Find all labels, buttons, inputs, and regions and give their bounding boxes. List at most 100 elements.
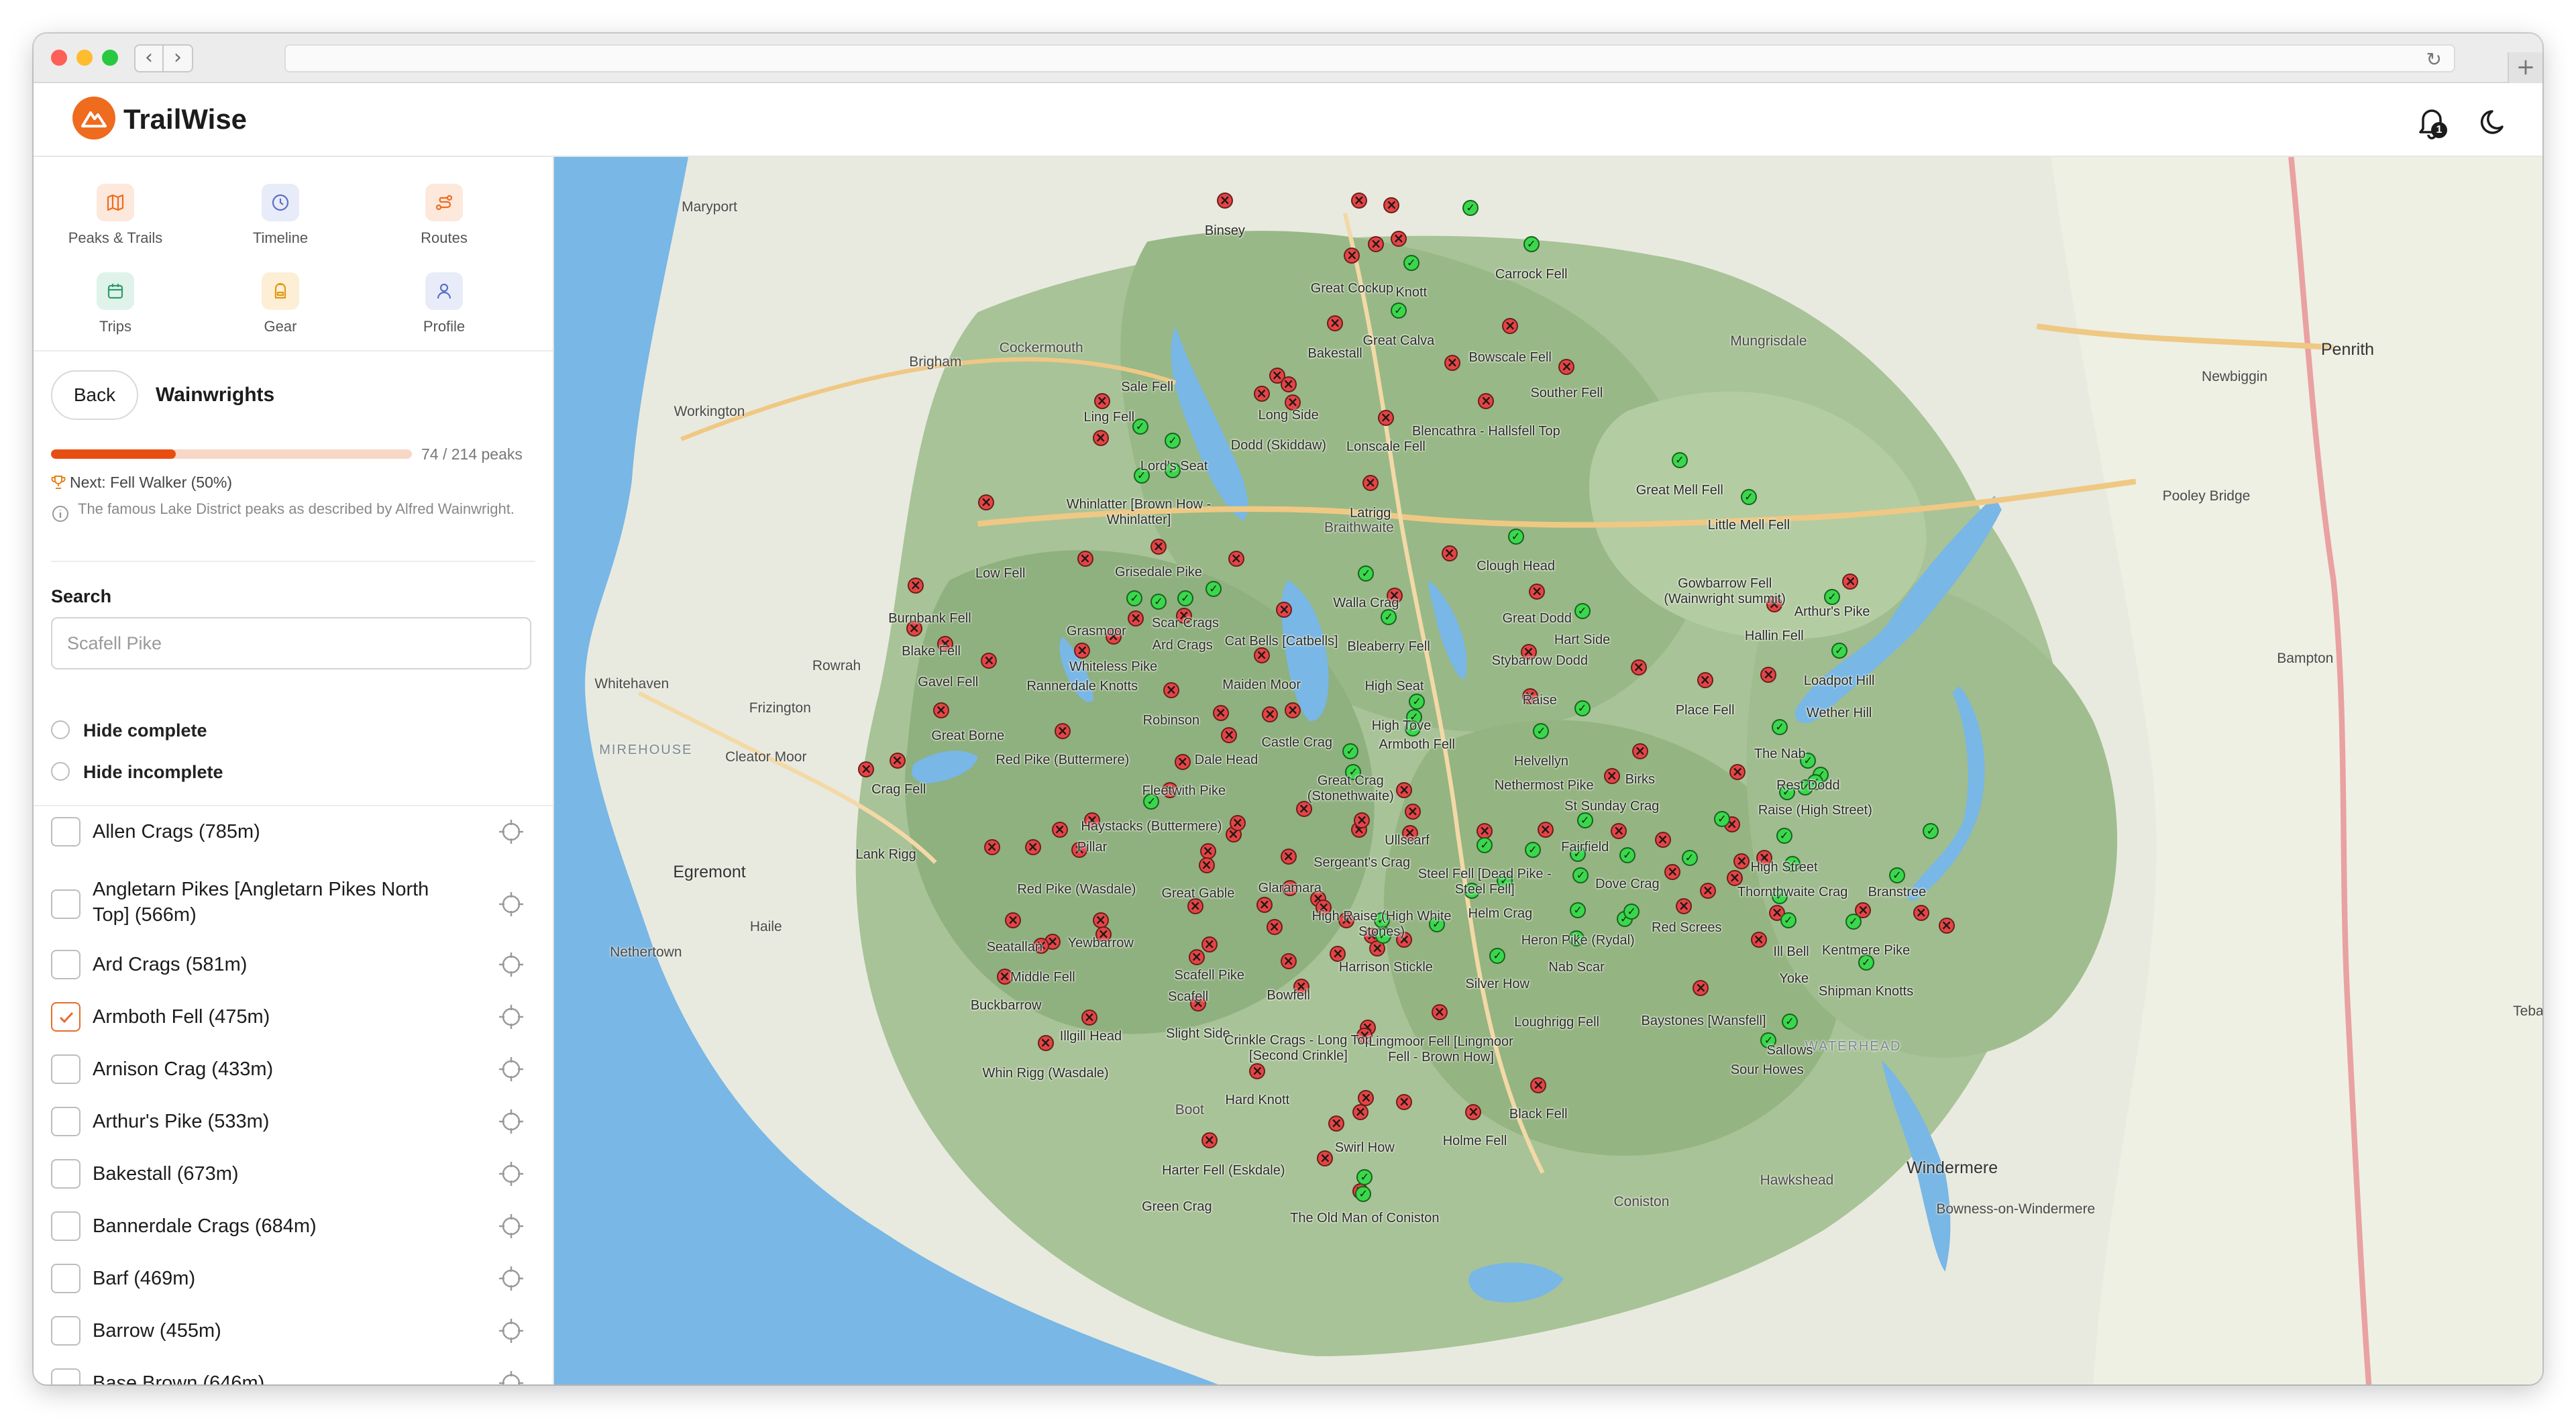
- locate-crosshair-icon[interactable]: [496, 1211, 526, 1241]
- peak-marker-complete[interactable]: [1409, 693, 1426, 710]
- peak-marker-complete[interactable]: [1358, 565, 1375, 582]
- locate-crosshair-icon[interactable]: [496, 817, 526, 847]
- peak-marker-incomplete[interactable]: [1530, 1077, 1547, 1094]
- peak-marker-complete[interactable]: [1772, 718, 1788, 735]
- peak-marker-complete[interactable]: [1533, 723, 1550, 740]
- nav-profile[interactable]: Profile: [377, 259, 511, 335]
- locate-crosshair-icon[interactable]: [496, 889, 526, 919]
- peak-marker-complete[interactable]: [1524, 841, 1541, 858]
- peak-marker-incomplete[interactable]: [1362, 474, 1379, 491]
- trailwise-logo-icon[interactable]: [72, 97, 115, 140]
- peak-marker-complete[interactable]: [1623, 904, 1640, 920]
- peak-marker-incomplete[interactable]: [1750, 931, 1767, 948]
- peak-marker-complete[interactable]: [1489, 947, 1506, 964]
- peak-marker-complete[interactable]: [1574, 603, 1591, 620]
- peak-marker-incomplete[interactable]: [858, 761, 875, 777]
- peak-marker-complete[interactable]: [1165, 432, 1181, 449]
- peak-marker-incomplete[interactable]: [1074, 642, 1091, 659]
- peak-marker-incomplete[interactable]: [1077, 550, 1093, 567]
- peak-marker-incomplete[interactable]: [1327, 315, 1344, 332]
- peak-checkbox[interactable]: [51, 1107, 80, 1136]
- peak-marker-incomplete[interactable]: [1037, 1034, 1054, 1051]
- peak-checkbox[interactable]: [51, 1054, 80, 1084]
- peak-marker-complete[interactable]: [1356, 1168, 1373, 1185]
- peak-marker-incomplete[interactable]: [932, 702, 949, 718]
- peak-marker-complete[interactable]: [1177, 590, 1193, 607]
- peak-checkbox[interactable]: [51, 1002, 80, 1032]
- peak-marker-incomplete[interactable]: [1404, 803, 1421, 820]
- peak-checkbox[interactable]: [51, 1264, 80, 1293]
- peak-marker-incomplete[interactable]: [1005, 912, 1022, 928]
- peak-marker-incomplete[interactable]: [1441, 545, 1458, 562]
- peak-marker-incomplete[interactable]: [1699, 882, 1716, 899]
- peak-marker-incomplete[interactable]: [1390, 230, 1407, 247]
- locate-crosshair-icon[interactable]: [496, 1054, 526, 1084]
- peak-marker-incomplete[interactable]: [1664, 863, 1681, 881]
- locate-crosshair-icon[interactable]: [496, 1264, 526, 1293]
- peak-marker-incomplete[interactable]: [1328, 1115, 1345, 1132]
- peak-checkbox[interactable]: [51, 1159, 80, 1189]
- peak-marker-incomplete[interactable]: [1693, 979, 1709, 996]
- peak-marker-incomplete[interactable]: [1221, 726, 1238, 744]
- peak-marker-complete[interactable]: [1923, 823, 1939, 840]
- peak-checkbox[interactable]: [51, 1211, 80, 1241]
- peak-marker-incomplete[interactable]: [1558, 358, 1575, 376]
- peak-marker-incomplete[interactable]: [1354, 812, 1371, 828]
- peak-marker-incomplete[interactable]: [1280, 376, 1297, 392]
- peak-marker-incomplete[interactable]: [1537, 821, 1554, 838]
- reload-icon[interactable]: ↻: [2426, 48, 2442, 70]
- peak-marker-incomplete[interactable]: [1938, 917, 1955, 934]
- peak-marker-complete[interactable]: [1205, 580, 1222, 597]
- peak-marker-complete[interactable]: [1477, 837, 1493, 854]
- map-view[interactable]: Maryport Cockermouth Brigham Workington Brai…: [554, 157, 2542, 1384]
- peak-marker-incomplete[interactable]: [1350, 192, 1367, 209]
- peak-marker-complete[interactable]: [1390, 303, 1407, 319]
- peak-marker-complete[interactable]: [1523, 236, 1540, 253]
- peak-marker-incomplete[interactable]: [907, 577, 924, 594]
- peak-marker-incomplete[interactable]: [1431, 1003, 1448, 1020]
- peak-marker-incomplete[interactable]: [1502, 317, 1519, 335]
- peak-marker-incomplete[interactable]: [1377, 409, 1394, 427]
- peak-marker-incomplete[interactable]: [1198, 857, 1215, 873]
- peak-marker-incomplete[interactable]: [1228, 550, 1244, 567]
- peak-marker-incomplete[interactable]: [1603, 767, 1620, 785]
- peak-marker-complete[interactable]: [1845, 914, 1862, 930]
- peak-marker-incomplete[interactable]: [1396, 1093, 1413, 1111]
- peak-marker-complete[interactable]: [1355, 1186, 1372, 1203]
- peak-marker-incomplete[interactable]: [1729, 763, 1746, 781]
- peak-marker-complete[interactable]: [1781, 1014, 1798, 1030]
- peak-marker-incomplete[interactable]: [1280, 952, 1297, 969]
- peak-marker-incomplete[interactable]: [1128, 610, 1144, 626]
- peak-marker-incomplete[interactable]: [1201, 936, 1218, 952]
- locate-crosshair-icon[interactable]: [496, 1159, 526, 1189]
- locate-crosshair-icon[interactable]: [496, 950, 526, 979]
- nav-gear[interactable]: Gear: [213, 259, 347, 335]
- nav-routes[interactable]: Routes: [377, 170, 511, 246]
- nav-peaks-trails[interactable]: Peaks & Trails: [48, 170, 182, 246]
- peak-checkbox[interactable]: [51, 1368, 80, 1384]
- browser-forward-button[interactable]: ›: [164, 44, 193, 72]
- peak-marker-incomplete[interactable]: [1444, 354, 1460, 372]
- back-button[interactable]: Back: [51, 370, 138, 420]
- peak-marker-complete[interactable]: [1831, 643, 1847, 659]
- peak-marker-incomplete[interactable]: [1913, 904, 1929, 922]
- peak-marker-incomplete[interactable]: [1174, 753, 1191, 771]
- peak-marker-complete[interactable]: [1574, 700, 1591, 717]
- peak-marker-incomplete[interactable]: [1842, 573, 1859, 590]
- peak-marker-incomplete[interactable]: [1081, 1009, 1097, 1026]
- peak-checkbox[interactable]: [51, 950, 80, 979]
- peak-marker-incomplete[interactable]: [1253, 385, 1270, 402]
- hide-complete-radio[interactable]: [51, 720, 70, 739]
- peak-marker-complete[interactable]: [1776, 827, 1792, 844]
- peak-marker-incomplete[interactable]: [1726, 869, 1743, 886]
- peak-marker-incomplete[interactable]: [1368, 235, 1385, 253]
- peak-marker-incomplete[interactable]: [1358, 1089, 1375, 1106]
- peak-marker-incomplete[interactable]: [1352, 1103, 1369, 1121]
- peak-marker-incomplete[interactable]: [1284, 702, 1301, 718]
- peak-marker-complete[interactable]: [1342, 743, 1359, 759]
- peak-marker-complete[interactable]: [1713, 810, 1730, 827]
- peak-marker-incomplete[interactable]: [1760, 666, 1777, 683]
- hide-incomplete-radio[interactable]: [51, 762, 70, 781]
- new-tab-button[interactable]: +: [2508, 52, 2542, 83]
- browser-back-button[interactable]: ‹: [134, 44, 164, 72]
